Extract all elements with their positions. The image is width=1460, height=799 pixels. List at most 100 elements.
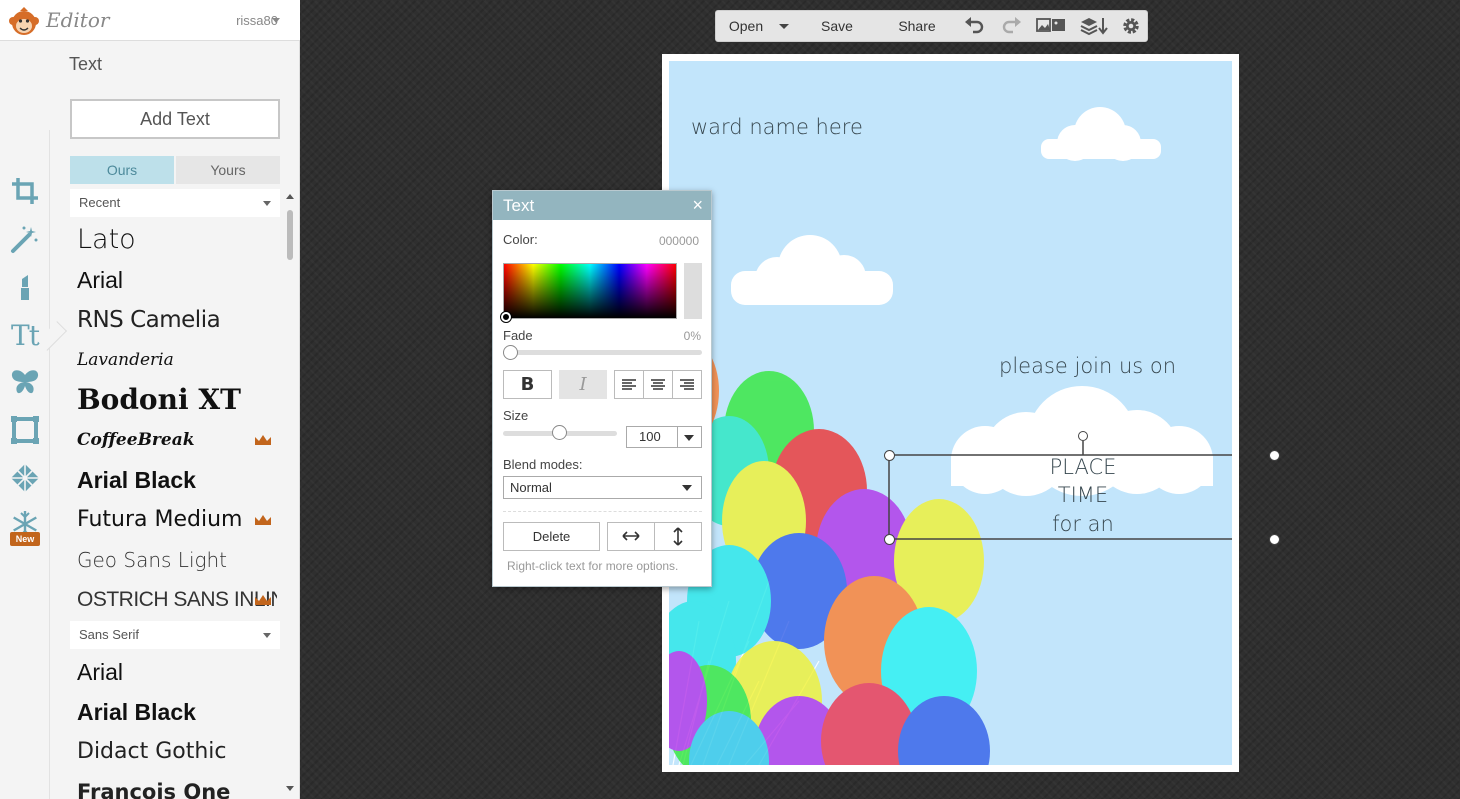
canvas-text-award[interactable]: ward name here bbox=[691, 115, 863, 139]
dialog-title-bar[interactable]: Text × bbox=[493, 191, 711, 220]
fade-slider-knob[interactable] bbox=[503, 345, 518, 360]
layers-icon[interactable] bbox=[1080, 16, 1108, 36]
monkey-logo-icon[interactable] bbox=[8, 6, 40, 36]
frames-tool[interactable] bbox=[6, 411, 44, 449]
canvas-text-place[interactable]: PLACE bbox=[1048, 455, 1118, 479]
font-item[interactable]: Arial Black bbox=[77, 460, 277, 500]
add-text-button[interactable]: Add Text bbox=[70, 99, 280, 139]
frame-icon bbox=[11, 416, 39, 444]
canvas-text-join[interactable]: please join us on bbox=[999, 354, 1176, 378]
butterfly-icon bbox=[11, 370, 39, 394]
dialog-hint: Right-click text for more options. bbox=[507, 559, 679, 573]
font-item[interactable]: Lavanderia bbox=[77, 340, 277, 380]
gear-icon[interactable] bbox=[1120, 16, 1142, 36]
share-button[interactable]: Share bbox=[896, 11, 938, 41]
tab-yours[interactable]: Yours bbox=[176, 156, 280, 184]
blend-mode-select[interactable]: Normal bbox=[503, 476, 702, 499]
color-lightness-strip[interactable] bbox=[684, 263, 702, 319]
fade-value: 0% bbox=[683, 329, 701, 343]
align-right-icon bbox=[680, 379, 694, 390]
font-item[interactable]: RNS Camelia bbox=[77, 300, 277, 340]
resize-handle-top-left[interactable] bbox=[884, 450, 895, 461]
scroll-down-icon[interactable] bbox=[286, 786, 294, 791]
main-toolbar: Open Save Share bbox=[715, 10, 1148, 42]
open-dropdown-icon[interactable] bbox=[779, 24, 789, 29]
chevron-down-icon[interactable] bbox=[684, 435, 694, 441]
crop-tool[interactable] bbox=[6, 172, 44, 210]
rotate-handle[interactable] bbox=[1078, 431, 1088, 441]
app-header: Editor rissa80 bbox=[0, 0, 300, 41]
fade-slider-track[interactable] bbox=[505, 350, 702, 355]
touch-up-tool[interactable] bbox=[6, 268, 44, 306]
font-item[interactable]: Geo Sans Light bbox=[77, 540, 277, 580]
chevron-down-icon bbox=[682, 485, 692, 491]
font-item[interactable]: Arial bbox=[77, 260, 277, 300]
color-picker-knob[interactable] bbox=[501, 312, 511, 322]
size-input[interactable]: 100 bbox=[626, 426, 702, 448]
textures-tool[interactable] bbox=[6, 459, 44, 497]
align-center-icon bbox=[651, 379, 665, 390]
category-select-recent[interactable]: Recent bbox=[70, 189, 280, 217]
cloud-graphic bbox=[951, 386, 1213, 496]
chevron-down-icon[interactable] bbox=[272, 18, 280, 23]
save-button[interactable]: Save bbox=[818, 11, 856, 41]
font-item[interactable]: Lato bbox=[77, 220, 277, 260]
blend-mode-value: Normal bbox=[510, 480, 552, 495]
resize-handle-top-right[interactable] bbox=[1269, 450, 1280, 461]
compare-images-icon[interactable] bbox=[1036, 16, 1066, 36]
resize-handle-bottom-left[interactable] bbox=[884, 534, 895, 545]
scroll-thumb[interactable] bbox=[287, 210, 293, 260]
text-tool[interactable]: Tt bbox=[6, 316, 44, 354]
fade-label: Fade bbox=[503, 328, 533, 343]
canvas-text-time[interactable]: TIME bbox=[1048, 483, 1118, 507]
font-list-scrollbar[interactable] bbox=[284, 190, 296, 799]
crop-icon bbox=[12, 178, 38, 204]
dialog-divider bbox=[503, 511, 702, 512]
font-item[interactable]: OSTRICH SANS INLINE bbox=[77, 580, 277, 620]
cloud-graphic bbox=[731, 235, 893, 305]
align-right-button[interactable] bbox=[672, 370, 702, 399]
font-item[interactable]: Arial bbox=[77, 652, 277, 692]
color-hex-value[interactable]: 000000 bbox=[659, 234, 699, 248]
open-button[interactable]: Open bbox=[728, 11, 764, 41]
flip-horizontal-button[interactable] bbox=[607, 522, 655, 551]
design-canvas[interactable]: ward name here please join us on PLACE T… bbox=[669, 61, 1232, 765]
close-icon[interactable]: × bbox=[692, 191, 703, 220]
dialog-title: Text bbox=[503, 196, 535, 215]
italic-button[interactable]: I bbox=[559, 370, 607, 399]
align-center-button[interactable] bbox=[643, 370, 673, 399]
font-item[interactable]: Futura Medium bbox=[77, 500, 277, 540]
undo-icon[interactable] bbox=[964, 16, 986, 36]
overlays-tool[interactable] bbox=[6, 363, 44, 401]
scroll-up-icon[interactable] bbox=[286, 194, 294, 199]
delete-button[interactable]: Delete bbox=[503, 522, 600, 551]
premium-crown-icon bbox=[255, 435, 271, 445]
font-item[interactable]: Francois One bbox=[77, 772, 277, 799]
color-spectrum-picker[interactable] bbox=[503, 263, 677, 319]
bold-button[interactable]: B bbox=[503, 370, 552, 399]
size-label: Size bbox=[503, 408, 529, 423]
font-item[interactable]: Arial Black bbox=[77, 692, 277, 732]
size-slider-knob[interactable] bbox=[552, 425, 567, 440]
font-item[interactable]: Didact Gothic bbox=[77, 732, 277, 772]
premium-crown-icon bbox=[255, 595, 271, 605]
panel-heading: Text bbox=[69, 54, 103, 74]
tab-ours[interactable]: Ours bbox=[70, 156, 174, 184]
font-item[interactable]: CoffeeBreak bbox=[77, 420, 277, 460]
cloud-graphic bbox=[1041, 107, 1161, 161]
size-value: 100 bbox=[639, 429, 661, 444]
font-item[interactable]: Bodoni XT bbox=[77, 380, 277, 420]
redo-icon[interactable] bbox=[1000, 16, 1022, 36]
align-left-button[interactable] bbox=[614, 370, 644, 399]
align-left-icon bbox=[622, 379, 636, 390]
flip-vertical-button[interactable] bbox=[654, 522, 702, 551]
canvas-text-for-an[interactable]: for an bbox=[1043, 512, 1123, 536]
text-tool-icon: Tt bbox=[11, 318, 40, 352]
balloon-cluster bbox=[669, 333, 990, 765]
category-select-sans-serif[interactable]: Sans Serif bbox=[70, 621, 280, 649]
resize-handle-bottom-right[interactable] bbox=[1269, 534, 1280, 545]
effects-tool[interactable] bbox=[6, 220, 44, 258]
text-properties-dialog: Text × Color: 000000 Fade 0% B I Size 10… bbox=[492, 190, 712, 587]
color-label: Color: bbox=[503, 232, 538, 247]
lipstick-icon bbox=[21, 275, 29, 300]
